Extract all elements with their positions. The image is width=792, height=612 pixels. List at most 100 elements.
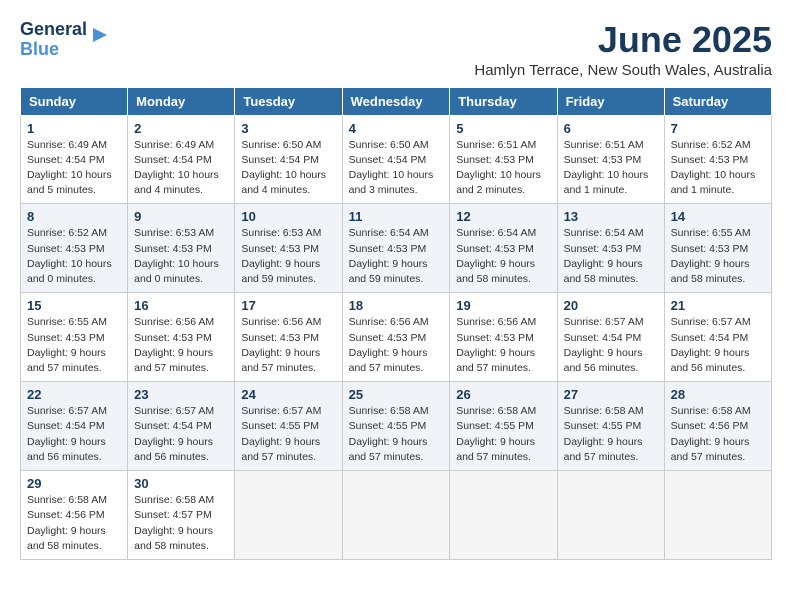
day-number: 13 <box>564 209 658 224</box>
calendar-day-cell: 16 Sunrise: 6:56 AMSunset: 4:53 PMDayligh… <box>128 293 235 382</box>
calendar-day-cell: 10Sunrise: 6:53 AMSunset: 4:53 PMDayligh… <box>235 204 342 293</box>
day-info: Sunrise: 6:50 AMSunset: 4:54 PMDaylight:… <box>241 138 335 199</box>
empty-cell <box>342 471 450 560</box>
day-info: Sunrise: 6:56 AMSunset: 4:53 PMDaylight:… <box>134 315 228 376</box>
calendar-day-cell: 8 Sunrise: 6:52 AMSunset: 4:53 PMDaylight… <box>21 204 128 293</box>
header-thursday: Thursday <box>450 87 557 115</box>
day-info: Sunrise: 6:53 AMSunset: 4:53 PMDaylight:… <box>134 226 228 287</box>
logo-text: GeneralBlue <box>20 20 87 60</box>
header-monday: Monday <box>128 87 235 115</box>
header-tuesday: Tuesday <box>235 87 342 115</box>
calendar-day-cell: 28 Sunrise: 6:58 AMSunset: 4:56 PMDayligh… <box>664 382 771 471</box>
day-number: 8 <box>27 209 121 224</box>
calendar-day-cell: 3 Sunrise: 6:50 AMSunset: 4:54 PMDaylight… <box>235 115 342 204</box>
header: GeneralBlue June 2025 Hamlyn Terrace, Ne… <box>20 20 772 79</box>
calendar-day-cell: 29Sunrise: 6:58 AMSunset: 4:56 PMDayligh… <box>21 471 128 560</box>
day-info: Sunrise: 6:54 AMSunset: 4:53 PMDaylight:… <box>564 226 658 287</box>
day-info: Sunrise: 6:54 AMSunset: 4:53 PMDaylight:… <box>349 226 444 287</box>
day-info: Sunrise: 6:52 AMSunset: 4:53 PMDaylight:… <box>27 226 121 287</box>
day-info: Sunrise: 6:58 AMSunset: 4:55 PMDaylight:… <box>349 404 444 465</box>
day-info: Sunrise: 6:57 AMSunset: 4:54 PMDaylight:… <box>134 404 228 465</box>
day-number: 7 <box>671 121 765 136</box>
calendar-day-cell: 9 Sunrise: 6:53 AMSunset: 4:53 PMDaylight… <box>128 204 235 293</box>
day-number: 23 <box>134 387 228 402</box>
day-info: Sunrise: 6:55 AMSunset: 4:53 PMDaylight:… <box>27 315 121 376</box>
header-friday: Friday <box>557 87 664 115</box>
day-info: Sunrise: 6:53 AMSunset: 4:53 PMDaylight:… <box>241 226 335 287</box>
day-number: 16 <box>134 298 228 313</box>
day-info: Sunrise: 6:49 AMSunset: 4:54 PMDaylight:… <box>27 138 121 199</box>
month-title: June 2025 <box>474 20 772 60</box>
calendar-day-cell: 15Sunrise: 6:55 AMSunset: 4:53 PMDayligh… <box>21 293 128 382</box>
day-number: 22 <box>27 387 121 402</box>
calendar-day-cell: 7Sunrise: 6:52 AMSunset: 4:53 PMDaylight… <box>664 115 771 204</box>
calendar-day-cell: 11 Sunrise: 6:54 AMSunset: 4:53 PMDayligh… <box>342 204 450 293</box>
calendar-day-cell: 14 Sunrise: 6:55 AMSunset: 4:53 PMDayligh… <box>664 204 771 293</box>
day-number: 24 <box>241 387 335 402</box>
day-number: 29 <box>27 476 121 491</box>
day-info: Sunrise: 6:55 AMSunset: 4:53 PMDaylight:… <box>671 226 765 287</box>
calendar-day-cell: 19Sunrise: 6:56 AMSunset: 4:53 PMDayligh… <box>450 293 557 382</box>
calendar-day-cell: 4Sunrise: 6:50 AMSunset: 4:54 PMDaylight… <box>342 115 450 204</box>
day-info: Sunrise: 6:56 AMSunset: 4:53 PMDaylight:… <box>349 315 444 376</box>
day-info: Sunrise: 6:57 AMSunset: 4:54 PMDaylight:… <box>27 404 121 465</box>
header-sunday: Sunday <box>21 87 128 115</box>
calendar-day-cell: 25 Sunrise: 6:58 AMSunset: 4:55 PMDayligh… <box>342 382 450 471</box>
header-saturday: Saturday <box>664 87 771 115</box>
empty-cell <box>450 471 557 560</box>
calendar-day-cell: 23 Sunrise: 6:57 AMSunset: 4:54 PMDayligh… <box>128 382 235 471</box>
day-info: Sunrise: 6:58 AMSunset: 4:55 PMDaylight:… <box>456 404 550 465</box>
calendar-day-cell: 5 Sunrise: 6:51 AMSunset: 4:53 PMDaylight… <box>450 115 557 204</box>
day-number: 19 <box>456 298 550 313</box>
day-number: 11 <box>349 209 444 224</box>
calendar-week-row: 22 Sunrise: 6:57 AMSunset: 4:54 PMDayligh… <box>21 382 772 471</box>
day-number: 14 <box>671 209 765 224</box>
day-info: Sunrise: 6:57 AMSunset: 4:54 PMDaylight:… <box>564 315 658 376</box>
day-info: Sunrise: 6:58 AMSunset: 4:56 PMDaylight:… <box>671 404 765 465</box>
day-info: Sunrise: 6:51 AMSunset: 4:53 PMDaylight:… <box>564 138 658 199</box>
day-number: 27 <box>564 387 658 402</box>
calendar-day-cell: 12Sunrise: 6:54 AMSunset: 4:53 PMDayligh… <box>450 204 557 293</box>
calendar-day-cell: 20 Sunrise: 6:57 AMSunset: 4:54 PMDayligh… <box>557 293 664 382</box>
day-number: 9 <box>134 209 228 224</box>
calendar-day-cell: 13 Sunrise: 6:54 AMSunset: 4:53 PMDayligh… <box>557 204 664 293</box>
calendar-week-row: 15Sunrise: 6:55 AMSunset: 4:53 PMDayligh… <box>21 293 772 382</box>
day-info: Sunrise: 6:57 AMSunset: 4:55 PMDaylight:… <box>241 404 335 465</box>
day-number: 18 <box>349 298 444 313</box>
day-number: 21 <box>671 298 765 313</box>
day-number: 5 <box>456 121 550 136</box>
day-number: 25 <box>349 387 444 402</box>
day-number: 3 <box>241 121 335 136</box>
calendar-day-cell: 22 Sunrise: 6:57 AMSunset: 4:54 PMDayligh… <box>21 382 128 471</box>
day-number: 6 <box>564 121 658 136</box>
calendar-week-row: 29Sunrise: 6:58 AMSunset: 4:56 PMDayligh… <box>21 471 772 560</box>
day-info: Sunrise: 6:51 AMSunset: 4:53 PMDaylight:… <box>456 138 550 199</box>
calendar-week-row: 1 Sunrise: 6:49 AMSunset: 4:54 PMDaylight… <box>21 115 772 204</box>
day-info: Sunrise: 6:58 AMSunset: 4:55 PMDaylight:… <box>564 404 658 465</box>
day-info: Sunrise: 6:49 AMSunset: 4:54 PMDaylight:… <box>134 138 228 199</box>
day-number: 17 <box>241 298 335 313</box>
day-info: Sunrise: 6:54 AMSunset: 4:53 PMDaylight:… <box>456 226 550 287</box>
empty-cell <box>664 471 771 560</box>
calendar-day-cell: 17 Sunrise: 6:56 AMSunset: 4:53 PMDayligh… <box>235 293 342 382</box>
calendar-day-cell: 1 Sunrise: 6:49 AMSunset: 4:54 PMDaylight… <box>21 115 128 204</box>
location-title: Hamlyn Terrace, New South Wales, Austral… <box>474 62 772 79</box>
calendar-week-row: 8 Sunrise: 6:52 AMSunset: 4:53 PMDaylight… <box>21 204 772 293</box>
day-number: 28 <box>671 387 765 402</box>
weekday-header-row: Sunday Monday Tuesday Wednesday Thursday… <box>21 87 772 115</box>
header-wednesday: Wednesday <box>342 87 450 115</box>
calendar-day-cell: 26 Sunrise: 6:58 AMSunset: 4:55 PMDayligh… <box>450 382 557 471</box>
calendar-day-cell: 18 Sunrise: 6:56 AMSunset: 4:53 PMDayligh… <box>342 293 450 382</box>
calendar-table: Sunday Monday Tuesday Wednesday Thursday… <box>20 87 772 560</box>
calendar-day-cell: 21 Sunrise: 6:57 AMSunset: 4:54 PMDayligh… <box>664 293 771 382</box>
day-info: Sunrise: 6:58 AMSunset: 4:57 PMDaylight:… <box>134 493 228 554</box>
day-number: 26 <box>456 387 550 402</box>
calendar-day-cell: 30Sunrise: 6:58 AMSunset: 4:57 PMDayligh… <box>128 471 235 560</box>
calendar-day-cell: 24 Sunrise: 6:57 AMSunset: 4:55 PMDayligh… <box>235 382 342 471</box>
day-info: Sunrise: 6:57 AMSunset: 4:54 PMDaylight:… <box>671 315 765 376</box>
day-number: 1 <box>27 121 121 136</box>
day-number: 20 <box>564 298 658 313</box>
calendar-day-cell: 2Sunrise: 6:49 AMSunset: 4:54 PMDaylight… <box>128 115 235 204</box>
day-info: Sunrise: 6:56 AMSunset: 4:53 PMDaylight:… <box>241 315 335 376</box>
empty-cell <box>235 471 342 560</box>
